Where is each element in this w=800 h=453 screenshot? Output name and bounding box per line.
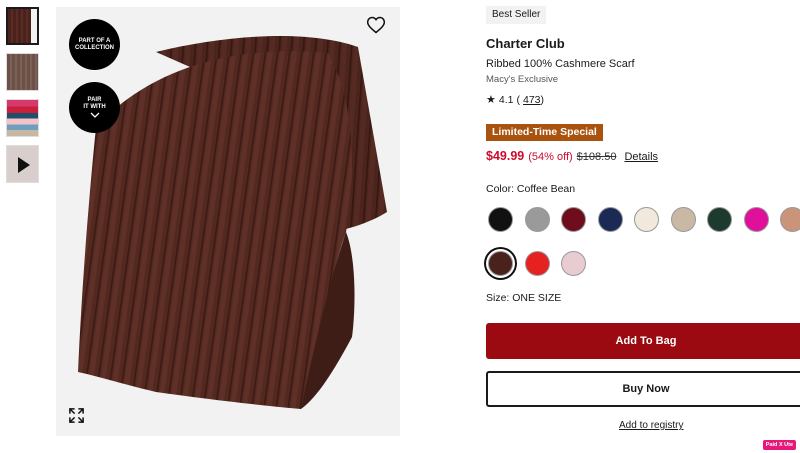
color-swatch[interactable] xyxy=(743,207,769,232)
product-main-image[interactable]: PART OF A COLLECTION PAIR IT WITH xyxy=(56,7,400,436)
add-to-registry-link[interactable]: Add to registry xyxy=(619,420,683,431)
paid-tag: Paid X Ute xyxy=(762,440,796,450)
rating: ★ 4.1 (473) xyxy=(486,93,545,107)
heart-icon[interactable] xyxy=(366,15,386,35)
thumbnail-scarf-colors[interactable] xyxy=(6,99,39,137)
star-icon: ★ xyxy=(486,94,496,106)
pair-badge-line2: IT WITH xyxy=(83,104,106,110)
review-count-close: ) xyxy=(540,93,545,106)
thumbnail-image xyxy=(8,9,37,43)
percent-off: (54% off) xyxy=(528,151,573,163)
color-swatch[interactable] xyxy=(524,251,550,276)
collection-badge-line1: PART OF A xyxy=(78,37,111,44)
color-swatch[interactable] xyxy=(707,207,732,232)
product-title: Ribbed 100% Cashmere Scarf xyxy=(486,58,635,70)
sale-price: $49.99 xyxy=(486,149,525,163)
price-row: $49.99 (54% off) $108.50 Details xyxy=(486,149,658,163)
rating-value: 4.1 xyxy=(498,93,514,106)
pair-badge-line1: PAIR xyxy=(87,97,102,103)
thumbnail-video[interactable] xyxy=(6,145,39,183)
details-link[interactable]: Details xyxy=(624,151,658,163)
color-swatch[interactable] xyxy=(597,207,623,232)
promo-badge: Limited-Time Special xyxy=(486,124,603,141)
add-to-bag-button[interactable]: Add To Bag xyxy=(486,323,800,359)
color-swatch[interactable] xyxy=(670,207,696,232)
thumbnail-scarf-folded[interactable] xyxy=(6,7,39,45)
color-label: Color: Coffee Bean xyxy=(486,183,576,195)
collection-badge-line2: COLLECTION xyxy=(75,44,114,51)
best-seller-badge: Best Seller xyxy=(486,6,547,24)
buy-now-button[interactable]: Buy Now xyxy=(486,371,800,407)
pair-it-with-badge[interactable]: PAIR IT WITH xyxy=(69,82,120,133)
collection-badge[interactable]: PART OF A COLLECTION xyxy=(69,19,120,70)
color-swatch[interactable] xyxy=(524,207,550,232)
color-swatch[interactable] xyxy=(488,251,513,276)
expand-icon[interactable] xyxy=(68,407,85,424)
play-icon xyxy=(18,157,30,173)
brand-name[interactable]: Charter Club xyxy=(486,36,565,51)
color-swatch[interactable] xyxy=(561,251,586,276)
original-price: $108.50 xyxy=(576,151,617,163)
review-count-link[interactable]: 473 xyxy=(523,94,541,106)
thumbnail-list xyxy=(6,7,39,191)
chevron-down-icon xyxy=(90,112,99,118)
scarf-image xyxy=(78,36,387,410)
color-swatch[interactable] xyxy=(488,207,513,232)
color-swatch[interactable] xyxy=(780,207,800,232)
exclusive-label: Macy's Exclusive xyxy=(486,74,559,85)
thumbnail-scarf-texture[interactable] xyxy=(6,53,39,91)
thumbnail-image xyxy=(7,54,38,90)
review-count-open: ( xyxy=(516,93,520,106)
color-swatch[interactable] xyxy=(561,207,586,232)
color-swatch[interactable] xyxy=(634,207,659,232)
size-label: Size: ONE SIZE xyxy=(486,292,562,304)
thumbnail-image xyxy=(7,100,38,136)
